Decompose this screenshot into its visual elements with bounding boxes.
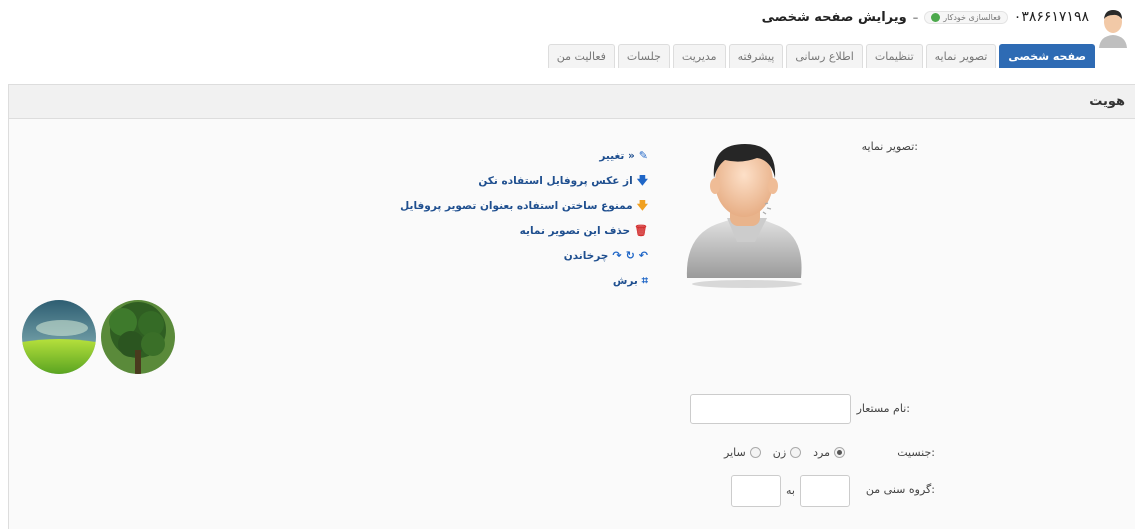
gender-male-radio[interactable] [834,447,845,458]
forbid-profile-photo-link[interactable]: 🡇 ممنوع ساختن استفاده بعنوان تصویر پروفا… [400,196,648,215]
undo-arrow-icon[interactable]: ↶ [639,250,648,261]
status-badge: فعالسازی خودکار [924,10,1008,24]
user-id: ۰۳۸۶۶۱۷۱۹۸ [1013,9,1089,25]
tab-management[interactable]: مدیریت [672,44,726,68]
age-from-input[interactable] [800,475,850,507]
gender-other-label: سایر [724,446,746,459]
forbid-profile-photo-label: ممنوع ساختن استفاده بعنوان تصویر پروفایل [400,199,633,212]
avatar-label: تصویر نمایه: [861,140,918,153]
tab-notifications[interactable]: اطلاع رسانی [786,44,863,68]
gender-label: جنسیت: [897,446,935,459]
delete-avatar-link[interactable]: 🗑 حذف این تصویر نمایه [520,221,648,240]
no-profile-photo-link[interactable]: 🡇 از عکس پروفایل استفاده نکن [478,171,648,190]
crop-label: برش [612,274,638,287]
rotate-label: چرخاندن [563,249,609,262]
page-header: ۰۳۸۶۶۱۷۱۹۸ فعالسازی خودکار – ویرایش صفحه… [762,6,1089,28]
gender-radio-group: مرد زن سایر [716,446,845,459]
tree-thumbnail[interactable] [101,300,175,374]
status-dot-icon [931,12,941,22]
gender-other-radio[interactable] [749,447,761,458]
title-separator: – [912,10,919,24]
tab-advanced[interactable]: پیشرفته [728,44,784,68]
avatar-actions: ✎ تغییر » 🡇 از عکس پروفایل استفاده نکن 🡇… [400,146,648,290]
profile-picture [677,138,807,288]
delete-avatar-label: حذف این تصویر نمایه [519,224,631,237]
change-avatar-label: تغییر » [599,149,635,162]
status-badge-label: فعالسازی خودکار [943,12,1001,22]
nickname-input[interactable] [690,394,851,424]
tab-my-activity[interactable]: فعالیت من [547,44,615,68]
user-avatar[interactable] [1097,6,1129,48]
page-title: ویرایش صفحه شخصی [761,9,907,25]
change-avatar-link[interactable]: ✎ تغییر » [599,146,648,165]
tab-sessions[interactable]: جلسات [617,44,670,68]
arrow-down-icon: 🡇 [636,174,648,187]
arrow-down-icon: 🡇 [636,199,648,212]
refresh-icon[interactable]: ↻ [626,250,635,261]
gender-female-label: زن [772,446,787,459]
crop-avatar-link[interactable]: ⌗ برش [613,271,648,290]
age-group-label: گروه سنی من: [865,483,935,496]
trash-icon: 🗑 [634,224,648,237]
gender-male-label: مرد [813,446,830,459]
age-to-label: به [786,484,795,497]
tab-settings[interactable]: تنظیمات [865,44,923,68]
tab-personal-page[interactable]: صفحه شخصی [999,44,1095,68]
age-to-input[interactable] [731,475,781,507]
tab-avatar[interactable]: تصویر نمایه [925,44,997,68]
gender-female-radio[interactable] [790,447,802,458]
edit-icon: ✎ [638,149,648,162]
no-profile-photo-label: از عکس پروفایل استفاده نکن [478,174,633,187]
rotate-controls: ↶ ↻ ↷ چرخاندن [564,246,648,265]
crop-icon: ⌗ [641,274,648,287]
redo-arrow-icon[interactable]: ↷ [612,250,621,261]
meadow-thumbnail[interactable] [22,300,96,374]
nickname-label: نام مستعار: [856,402,910,415]
panel-title: هویت [9,85,1135,119]
tab-bar: صفحه شخصی تصویر نمایه تنظیمات اطلاع رسان… [547,44,1095,68]
